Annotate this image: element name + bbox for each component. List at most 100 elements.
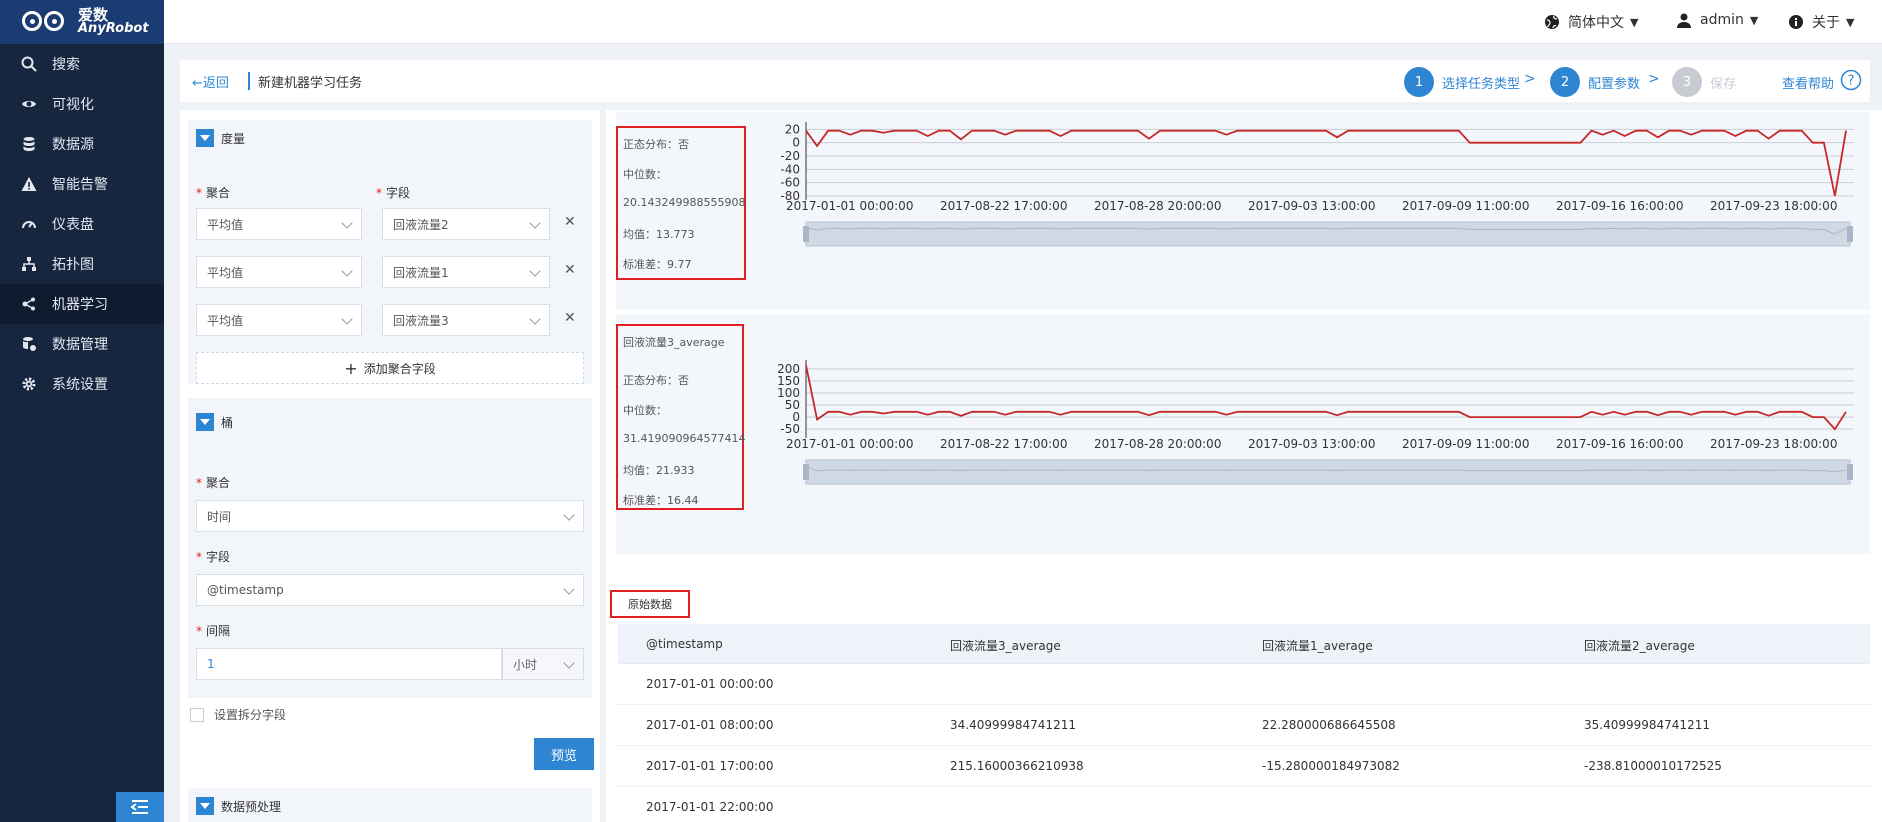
sidebar-item-5[interactable]: 拓扑图 bbox=[0, 244, 164, 284]
about-menu[interactable]: 关于 ▼ bbox=[1788, 12, 1854, 32]
y-tick-label: -50 bbox=[780, 422, 800, 436]
sidebar-item-2[interactable]: 数据源 bbox=[0, 124, 164, 164]
sidebar-item-8[interactable]: 系统设置 bbox=[0, 364, 164, 404]
field-select-3[interactable]: 回液流量3 bbox=[382, 304, 550, 336]
user-icon bbox=[1677, 13, 1691, 28]
interval-unit-select[interactable]: 小时 bbox=[502, 648, 584, 680]
logo[interactable]: 爱数 AnyRobot bbox=[0, 0, 164, 44]
title-divider bbox=[248, 72, 250, 90]
chart-card-1: 正态分布：否 中位数： 20.143249988555908 均值：13.773… bbox=[616, 112, 1870, 310]
column-header[interactable]: 回液流量2_average bbox=[1584, 637, 1695, 654]
add-aggregation-button[interactable]: + 添加聚合字段 bbox=[196, 352, 584, 384]
metric-section-title: 度量 bbox=[221, 131, 246, 146]
sidebar-item-3[interactable]: 智能告警 bbox=[0, 164, 164, 204]
caret-down-icon: ▼ bbox=[1846, 15, 1855, 29]
field-select-1[interactable]: 回液流量2 bbox=[382, 208, 550, 240]
agg-label: * 聚合 bbox=[196, 186, 231, 200]
zoom-handle-left[interactable] bbox=[803, 226, 809, 242]
top-bar: 简体中文 ▼ admin ▼ 关于 ▼ bbox=[164, 0, 1882, 44]
sidebar-item-1[interactable]: 可视化 bbox=[0, 84, 164, 124]
back-link[interactable]: ←返回 bbox=[192, 72, 229, 91]
column-header[interactable]: 回液流量1_average bbox=[1262, 637, 1373, 654]
sidebar-item-label: 数据管理 bbox=[52, 337, 108, 353]
table-cell: 2017-01-01 22:00:00 bbox=[646, 800, 774, 814]
y-tick-label: -20 bbox=[780, 149, 800, 163]
collapse-toggle-icon[interactable] bbox=[196, 413, 214, 431]
topology-icon bbox=[20, 255, 38, 273]
bucket-field-select[interactable]: @timestamp bbox=[196, 574, 584, 606]
page-title: 新建机器学习任务 bbox=[258, 76, 363, 91]
menu-collapse-icon bbox=[130, 800, 148, 814]
y-tick-label: -60 bbox=[780, 176, 800, 190]
step-2-label[interactable]: 配置参数 bbox=[1588, 73, 1640, 92]
zoom-handle-right[interactable] bbox=[1847, 226, 1853, 242]
collapse-toggle-icon[interactable] bbox=[196, 797, 214, 815]
x-tick-label: 2017-08-28 20:00:00 bbox=[1094, 199, 1221, 213]
bucket-section-header[interactable]: 桶 bbox=[188, 404, 592, 440]
bucket-section-title: 桶 bbox=[221, 415, 234, 430]
table-cell: 2017-01-01 08:00:00 bbox=[646, 718, 774, 732]
eye-icon bbox=[20, 95, 38, 113]
split-field-checkbox[interactable]: 设置拆分字段 bbox=[190, 706, 286, 723]
x-tick-label: 2017-09-23 18:00:00 bbox=[1710, 437, 1837, 451]
x-tick-label: 2017-09-16 16:00:00 bbox=[1556, 199, 1683, 213]
agg-select-1[interactable]: 平均值 bbox=[196, 208, 362, 240]
brand-name-en: AnyRobot bbox=[78, 21, 149, 36]
sidebar-item-0[interactable]: 搜索 bbox=[0, 44, 164, 84]
remove-row-1-icon[interactable]: ✕ bbox=[564, 214, 576, 230]
series-line[interactable] bbox=[805, 129, 1847, 197]
zoom-handle-right[interactable] bbox=[1847, 464, 1853, 480]
metric-section-header[interactable]: 度量 bbox=[188, 120, 592, 156]
collapse-toggle-icon[interactable] bbox=[196, 129, 214, 147]
x-tick-label: 2017-01-01 00:00:00 bbox=[786, 199, 913, 213]
x-tick-label: 2017-09-16 16:00:00 bbox=[1556, 437, 1683, 451]
info-icon bbox=[1789, 15, 1803, 29]
line-chart-2[interactable]: 200150100500-502017-01-01 00:00:00 2017-0… bbox=[750, 350, 1870, 546]
table-row[interactable]: 2017-01-01 17:00:00 215.16000366210938 -15… bbox=[618, 746, 1870, 787]
y-tick-label: -40 bbox=[780, 162, 800, 176]
zoom-handle-left[interactable] bbox=[803, 464, 809, 480]
bucket-agg-select[interactable]: 时间 bbox=[196, 500, 584, 532]
chevron-down-icon bbox=[563, 583, 575, 595]
help-icon[interactable]: ? bbox=[1840, 69, 1862, 91]
table-row[interactable]: 2017-01-01 22:00:00 bbox=[618, 787, 1870, 822]
step-3-circle: 3 bbox=[1672, 67, 1702, 97]
collapse-sidebar-button[interactable] bbox=[116, 792, 164, 822]
checkbox-box[interactable] bbox=[190, 707, 204, 722]
agg-select-3[interactable]: 平均值 bbox=[196, 304, 362, 336]
sidebar-nav: 搜索 可视化 数据源 智能告警 仪表盘 拓扑图 机器学习数据管理系统设置 bbox=[0, 44, 164, 404]
preprocess-section-header[interactable]: 数据预处理 bbox=[188, 788, 592, 822]
x-tick-label: 2017-09-09 11:00:00 bbox=[1402, 437, 1529, 451]
normal-dist: 正态分布：否 bbox=[623, 138, 689, 151]
table-row[interactable]: 2017-01-01 00:00:00 bbox=[618, 664, 1870, 705]
sidebar-item-7[interactable]: 数据管理 bbox=[0, 324, 164, 364]
line-chart-1[interactable]: 200-20-40-60-802017-01-01 00:00:00 2017-0… bbox=[750, 112, 1870, 308]
user-menu[interactable]: admin ▼ bbox=[1676, 12, 1758, 28]
x-tick-label: 2017-08-28 20:00:00 bbox=[1094, 437, 1221, 451]
language-selector[interactable]: 简体中文 ▼ bbox=[1544, 12, 1638, 32]
preview-button[interactable]: 预览 bbox=[534, 738, 594, 770]
raw-data-table: @timestamp 回液流量3_average 回液流量1_average 回… bbox=[618, 624, 1870, 822]
series-line[interactable] bbox=[805, 365, 1847, 431]
field-select-2[interactable]: 回液流量1 bbox=[382, 256, 550, 288]
config-panel: 度量 * 聚合 * 字段 平均值 回液流量2 ✕ 平均值 回液流量1 ✕ 平均值 回… bbox=[180, 110, 600, 822]
caret-down-icon: ▼ bbox=[1749, 13, 1759, 27]
header-bar: ←返回 新建机器学习任务 1 选择任务类型 > 2 配置参数 > 3 保存 查看… bbox=[180, 60, 1870, 102]
help-link[interactable]: 查看帮助 bbox=[1782, 73, 1834, 92]
remove-row-3-icon[interactable]: ✕ bbox=[564, 310, 576, 326]
column-header[interactable]: 回液流量3_average bbox=[950, 637, 1061, 654]
zoom-slider[interactable] bbox=[805, 459, 1851, 485]
preprocess-section: 数据预处理 bbox=[188, 788, 592, 822]
zoom-slider[interactable] bbox=[805, 221, 1851, 247]
sidebar-item-4[interactable]: 仪表盘 bbox=[0, 204, 164, 244]
agg-select-2[interactable]: 平均值 bbox=[196, 256, 362, 288]
table-row[interactable]: 2017-01-01 08:00:00 34.40999984741211 22.2… bbox=[618, 705, 1870, 746]
interval-input[interactable]: 1 bbox=[196, 648, 502, 680]
column-header[interactable]: @timestamp bbox=[646, 637, 723, 651]
table-cell: 2017-01-01 00:00:00 bbox=[646, 677, 774, 691]
step-1-label[interactable]: 选择任务类型 bbox=[1442, 73, 1520, 92]
remove-row-2-icon[interactable]: ✕ bbox=[564, 262, 576, 278]
user-name: admin bbox=[1700, 12, 1744, 28]
sidebar-item-6[interactable]: 机器学习 bbox=[0, 284, 164, 324]
raw-data-tab[interactable]: 原始数据 bbox=[610, 590, 690, 618]
